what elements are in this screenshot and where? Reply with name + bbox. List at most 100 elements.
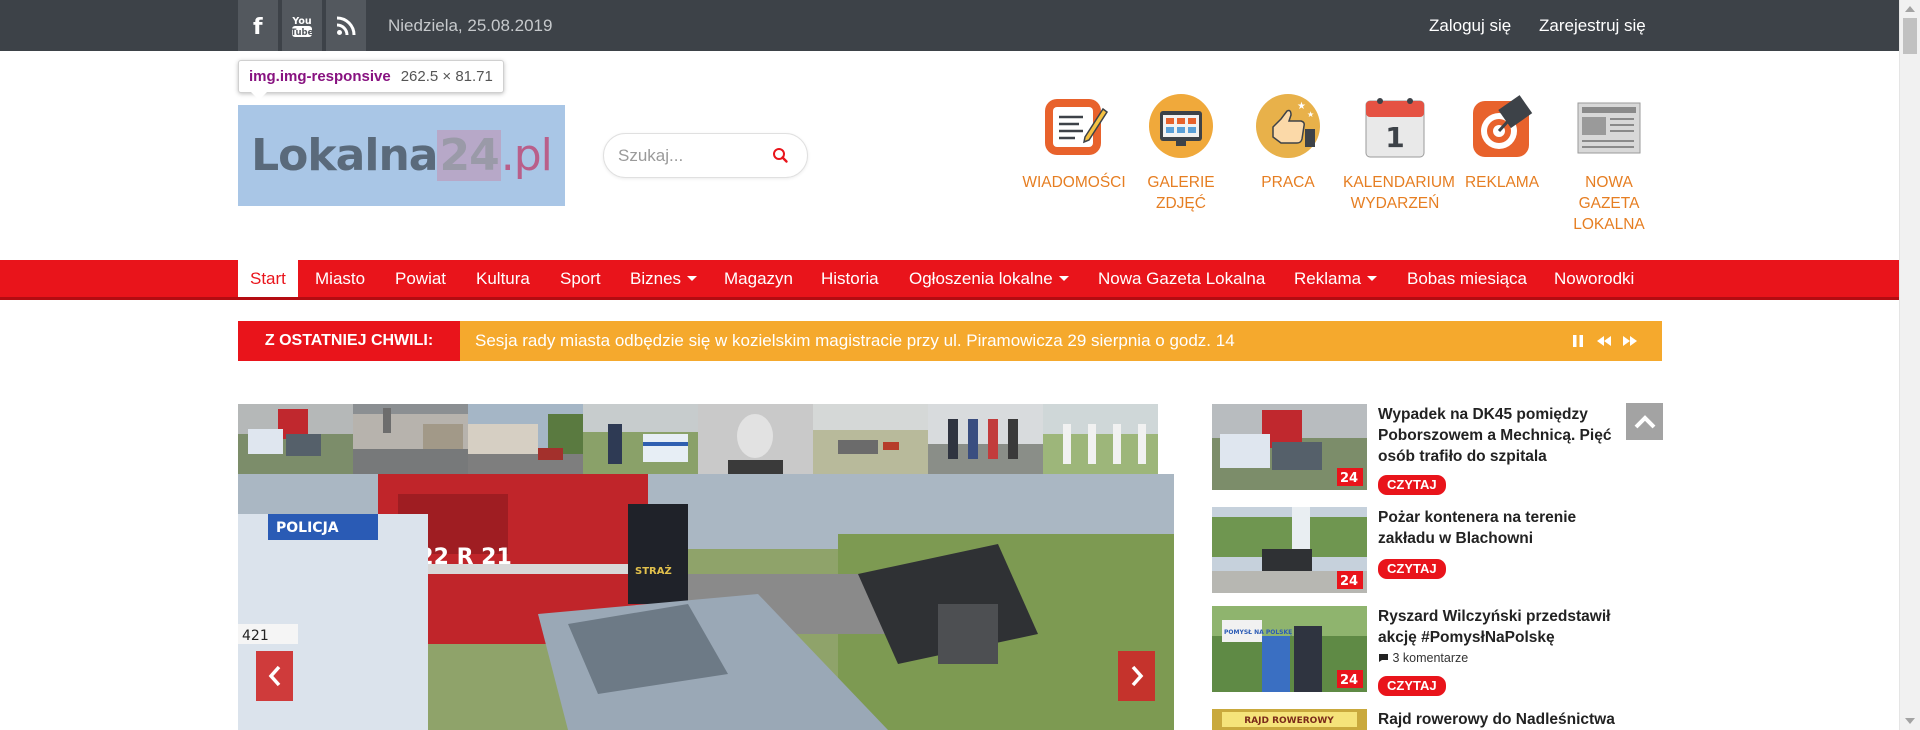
nav-item-ogloszenia[interactable]: Ogłoszenia lokalne (909, 260, 1069, 297)
nav-item-bobas[interactable]: Bobas miesiąca (1407, 260, 1527, 297)
comment-icon (1379, 654, 1388, 662)
nav-item-start[interactable]: Start (238, 260, 298, 297)
thumbnail-street[interactable] (468, 404, 583, 474)
nav-item-noworodki[interactable]: Noworodki (1554, 260, 1634, 297)
news-thumbnail[interactable]: RAJD ROWEROWY (1212, 709, 1367, 730)
category-reklama[interactable]: REKLAMA (1450, 91, 1554, 193)
svg-text:24: 24 (1340, 471, 1358, 486)
nav-item-powiat[interactable]: Powiat (395, 260, 446, 297)
news-title[interactable]: Ryszard Wilczyński przedstawił akcję #Po… (1378, 606, 1618, 648)
thumbnail-accident[interactable] (238, 404, 353, 474)
nav-item-historia[interactable]: Historia (821, 260, 879, 297)
rss-link[interactable] (326, 0, 366, 51)
svg-text:1: 1 (1385, 121, 1404, 154)
job-icon: ★ ★ (1256, 94, 1320, 158)
thumbnail-car-field[interactable] (813, 404, 928, 474)
advertising-icon (1473, 95, 1533, 157)
caret-down-icon (1367, 275, 1378, 281)
svg-text:You: You (291, 16, 311, 27)
current-date: Niedziela, 25.08.2019 (388, 16, 553, 35)
scroll-down-icon[interactable] (1905, 718, 1915, 724)
inspector-dimensions: 262.5 × 81.71 (400, 68, 493, 85)
thumbnail-yoga[interactable] (1043, 404, 1158, 474)
news-item: POMYSŁ NA POLSKĘ 24 Ryszard Wilczyński p… (1212, 606, 1610, 696)
svg-text:★: ★ (1297, 101, 1306, 112)
read-button[interactable]: CZYTAJ (1378, 559, 1446, 579)
nav-item-sport[interactable]: Sport (560, 260, 601, 297)
svg-text:421: 421 (242, 628, 269, 644)
svg-text:Tube: Tube (291, 28, 314, 38)
breaking-news-text[interactable]: Sesja rady miasta odbędzie się w koziels… (475, 321, 1235, 361)
facebook-icon: f (253, 15, 263, 37)
slider-main-image[interactable]: 422 R 21 STRAŻ POLICJA 421 (238, 474, 1174, 730)
category-nowa-gazeta[interactable]: NOWA GAZETA LOKALNA (1557, 91, 1661, 235)
main-nav: Start Miasto Powiat Kultura Sport Biznes… (0, 260, 1899, 300)
inspector-tooltip: img.img-responsive 262.5 × 81.71 (238, 60, 504, 100)
nav-item-miasto[interactable]: Miasto (315, 260, 365, 297)
chevron-right-icon (1131, 665, 1143, 687)
chevron-up-icon (1634, 414, 1655, 428)
svg-text:★: ★ (1307, 110, 1314, 119)
thumbnail-police[interactable] (583, 404, 698, 474)
news-title[interactable]: Pożar kontenera na terenie zakładu w Bla… (1378, 507, 1618, 549)
category-praca[interactable]: ★ ★ PRACA (1236, 91, 1340, 193)
comments-count: 3 komentarze (1378, 651, 1468, 665)
search-input[interactable] (618, 144, 768, 168)
facebook-link[interactable]: f (238, 0, 278, 51)
news-thumbnail[interactable]: 24 (1212, 507, 1367, 593)
nav-item-biznes[interactable]: Biznes (630, 260, 698, 297)
news-title[interactable]: Wypadek na DK45 pomiędzy Poborszowem a M… (1378, 404, 1618, 467)
read-button[interactable]: CZYTAJ (1378, 475, 1446, 495)
news-thumbnail[interactable]: 24 (1212, 404, 1367, 490)
nav-item-kultura[interactable]: Kultura (476, 260, 530, 297)
svg-text:RAJD ROWEROWY: RAJD ROWEROWY (1244, 716, 1334, 726)
svg-text:f: f (253, 15, 263, 37)
read-button[interactable]: CZYTAJ (1378, 676, 1446, 696)
category-galerie-zdjec[interactable]: GALERIE ZDJĘĆ (1129, 91, 1233, 214)
top-bar: f You Tube Niedziela, 25.08.2019 Zaloguj… (0, 0, 1899, 51)
thumbnail-ceremony[interactable] (928, 404, 1043, 474)
slider-next-button[interactable] (1118, 651, 1155, 701)
svg-text:24: 24 (1340, 574, 1358, 589)
news-item: RAJD ROWEROWY Rajd rowerowy do Nadleśnic… (1212, 709, 1615, 730)
svg-text:POMYSŁ NA POLSKĘ: POMYSŁ NA POLSKĘ (1224, 629, 1292, 636)
thumbnail-portrait[interactable] (698, 404, 813, 474)
slider-prev-button[interactable] (256, 651, 293, 701)
login-link[interactable]: Zaloguj się (1429, 0, 1511, 51)
svg-text:STRAŻ: STRAŻ (635, 563, 672, 577)
breaking-news-bar: Z OSTATNIEJ CHWILI: Sesja rady miasta od… (238, 321, 1662, 361)
nav-item-magazyn[interactable]: Magazyn (724, 260, 793, 297)
page-scrollbar[interactable] (1899, 0, 1920, 730)
youtube-link[interactable]: You Tube (282, 0, 322, 51)
scroll-up-icon[interactable] (1905, 6, 1915, 12)
gallery-icon (1149, 94, 1213, 158)
nav-item-reklama[interactable]: Reklama (1294, 260, 1378, 297)
back-to-top-button[interactable] (1626, 403, 1663, 440)
caret-down-icon (687, 275, 698, 281)
news-thumbnail[interactable]: POMYSŁ NA POLSKĘ 24 (1212, 606, 1367, 692)
rewind-icon[interactable] (1596, 333, 1612, 349)
category-wiadomosci[interactable]: WIADOMOŚCI (1022, 91, 1126, 193)
chevron-left-icon (268, 665, 280, 687)
newspaper-icon (1577, 102, 1641, 154)
register-link[interactable]: Zarejestruj się (1539, 0, 1646, 51)
nav-item-nowa-gazeta[interactable]: Nowa Gazeta Lokalna (1098, 260, 1265, 297)
rss-icon (336, 16, 356, 35)
pause-icon[interactable] (1570, 333, 1586, 349)
breaking-news-label: Z OSTATNIEJ CHWILI: (238, 321, 460, 361)
svg-text:24: 24 (1340, 673, 1358, 688)
thumbnail-town-square[interactable] (353, 404, 468, 474)
news-item: 24 Pożar kontenera na terenie zakładu w … (1212, 507, 1607, 593)
svg-text:POLICJA: POLICJA (276, 520, 339, 536)
news-item: 24 Wypadek na DK45 pomiędzy Poborszowem … (1212, 404, 1611, 495)
calendar-icon: 1 (1365, 98, 1425, 158)
scrollbar-thumb[interactable] (1903, 18, 1917, 54)
search-box (603, 133, 808, 178)
slider-thumbnails (238, 404, 1174, 474)
category-kalendarium[interactable]: 1 KALENDARIUM WYDARZEŃ (1343, 91, 1455, 214)
news-title[interactable]: Rajd rowerowy do Nadleśnictwa (1378, 709, 1618, 730)
fast-forward-icon[interactable] (1622, 333, 1638, 349)
search-icon[interactable] (771, 146, 791, 166)
site-logo[interactable]: Lokalna 24 .pl (238, 105, 565, 206)
youtube-icon: You Tube (291, 16, 314, 38)
